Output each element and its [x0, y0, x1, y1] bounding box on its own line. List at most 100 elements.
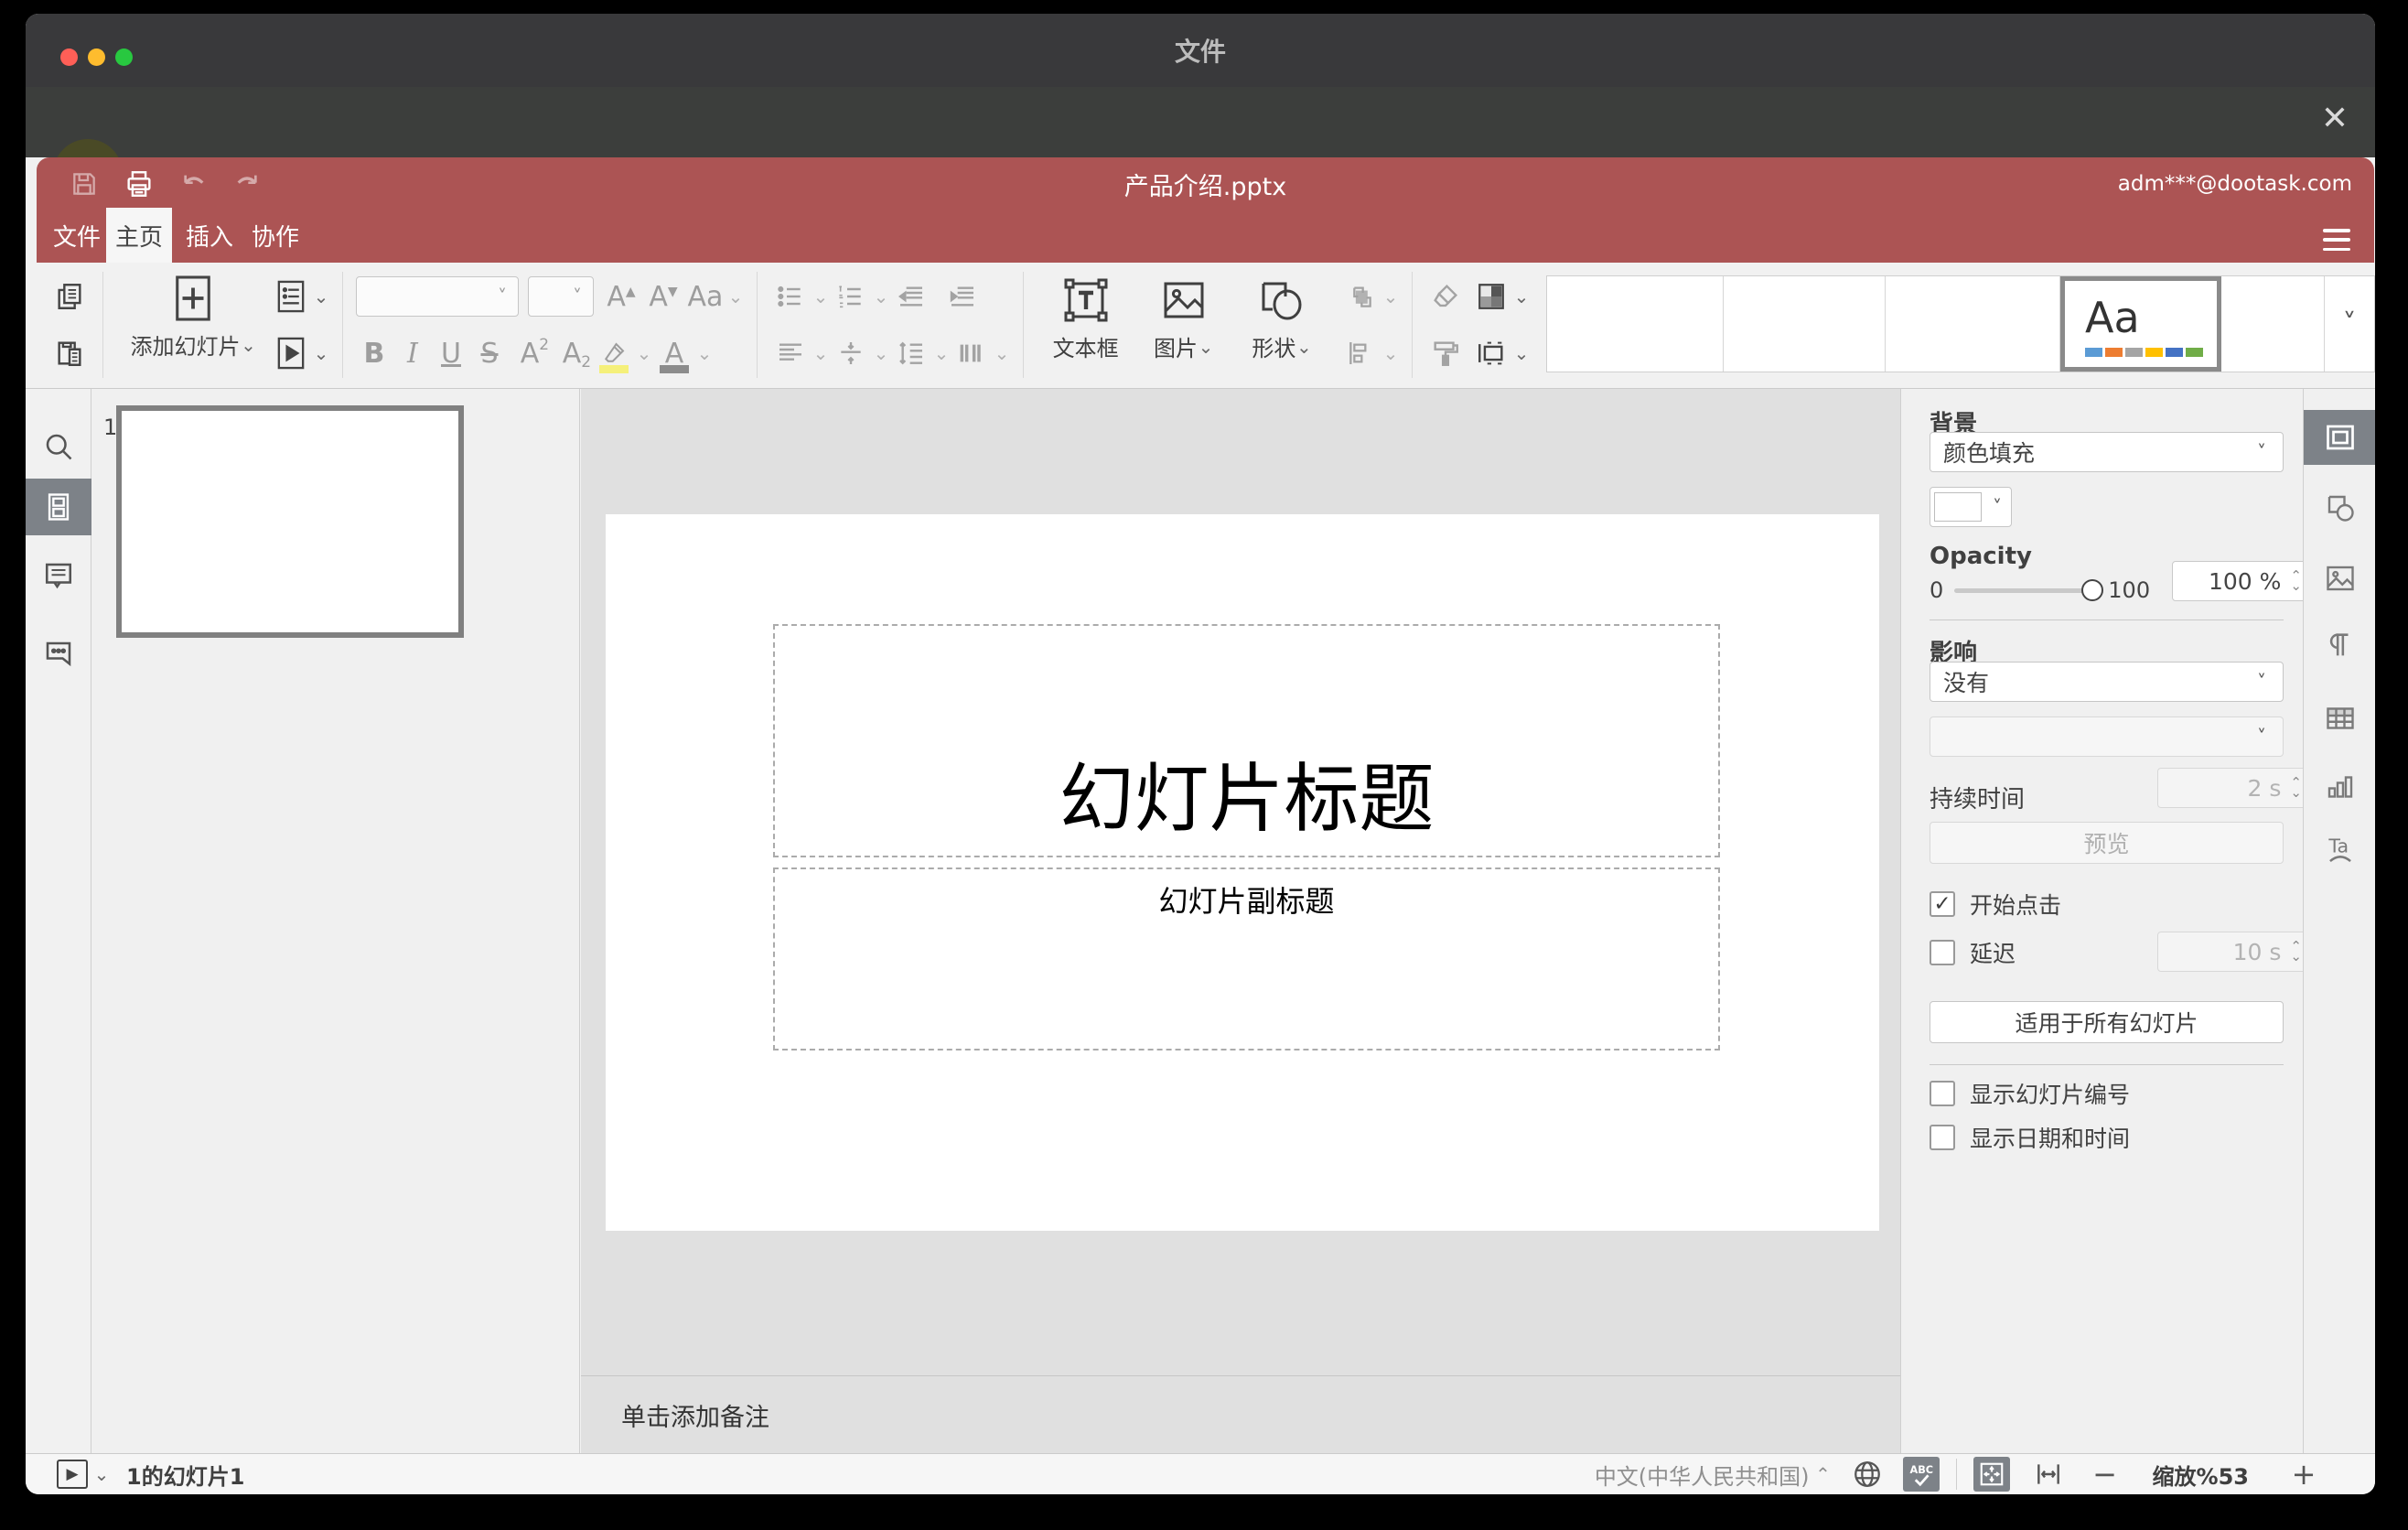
- paste-icon[interactable]: [49, 331, 90, 375]
- insert-shape-button[interactable]: 形状 ⌄: [1233, 272, 1331, 362]
- superscript-button[interactable]: A2: [510, 336, 550, 370]
- svg-text:Ta: Ta: [2327, 835, 2349, 857]
- editor-header: 产品介绍.pptx adm***@dootask.com 文件 主页 插入 协作: [37, 157, 2374, 263]
- slide-canvas[interactable]: 幻灯片标题 幻灯片副标题: [606, 514, 1879, 1231]
- spellcheck-icon[interactable]: ABC: [1902, 1457, 1940, 1492]
- add-slide-button[interactable]: 添加幻灯片 ⌄: [116, 272, 271, 361]
- opacity-spinner[interactable]: 100 % ⌃ ⌄: [2172, 561, 2312, 601]
- vertical-align-icon[interactable]: [831, 331, 871, 375]
- increase-indent-icon[interactable]: [942, 275, 983, 318]
- subtitle-placeholder[interactable]: 幻灯片副标题: [773, 867, 1720, 1051]
- shape-settings-icon[interactable]: [2304, 480, 2375, 535]
- opacity-slider[interactable]: [1954, 578, 2104, 601]
- theme-option[interactable]: [2221, 276, 2324, 372]
- color-scheme-icon[interactable]: [1471, 275, 1511, 318]
- set-language-globe-icon[interactable]: [1852, 1459, 1883, 1490]
- chart-settings-icon[interactable]: [2304, 760, 2375, 814]
- title-placeholder[interactable]: 幻灯片标题: [773, 624, 1720, 857]
- theme-option[interactable]: [1724, 276, 1886, 372]
- numbered-list-icon[interactable]: [831, 275, 871, 318]
- change-case-icon[interactable]: Aa: [685, 275, 726, 318]
- bullet-list-icon[interactable]: [770, 275, 811, 318]
- tab-home[interactable]: 主页: [106, 208, 172, 263]
- ribbon-tabs: 文件 主页 插入 协作: [48, 208, 305, 263]
- align-shape-icon[interactable]: [1340, 331, 1381, 375]
- subscript-button[interactable]: A2: [552, 338, 592, 372]
- strikeout-button[interactable]: S: [471, 338, 508, 370]
- image-settings-icon[interactable]: [2304, 551, 2375, 606]
- line-spacing-icon[interactable]: [891, 331, 931, 375]
- paragraph-settings-icon[interactable]: [2304, 618, 2375, 673]
- columns-icon[interactable]: [951, 331, 992, 375]
- slide-settings-icon[interactable]: [2304, 410, 2375, 465]
- preview-button[interactable]: 预览: [1930, 822, 2284, 864]
- fit-to-width-icon[interactable]: [2034, 1460, 2063, 1489]
- slide-subtitle-text: 幻灯片副标题: [1158, 884, 1335, 919]
- copy-icon[interactable]: [49, 275, 90, 318]
- show-slide-number-label: 显示幻灯片编号: [1970, 1082, 2131, 1108]
- clear-style-icon[interactable]: [1425, 275, 1466, 318]
- insert-image-button[interactable]: 图片 ⌄: [1134, 272, 1232, 362]
- start-slideshow-icon[interactable]: [271, 331, 311, 375]
- arrange-shape-icon[interactable]: [1340, 275, 1381, 318]
- zoom-out-icon[interactable]: −: [2089, 1457, 2122, 1492]
- slide-number: 1: [103, 415, 118, 440]
- theme-palette: [2085, 348, 2203, 357]
- theme-option[interactable]: [1886, 276, 2060, 372]
- delay-spinner[interactable]: 10 s ⌃ ⌄: [2157, 932, 2312, 972]
- document-title: 产品介绍.pptx: [1123, 173, 1287, 201]
- decrease-font-icon[interactable]: A▼: [643, 275, 683, 318]
- font-color-icon[interactable]: A: [654, 331, 694, 375]
- gallery-expand-icon[interactable]: ˅: [2324, 276, 2374, 372]
- show-slide-number-checkbox[interactable]: [1930, 1081, 1955, 1106]
- theme-option[interactable]: [1547, 276, 1724, 372]
- shape-label: 形状: [1252, 336, 1296, 361]
- increase-font-icon[interactable]: A▲: [601, 275, 641, 318]
- fill-color-select[interactable]: ˅: [1930, 487, 2012, 527]
- effect-type-select[interactable]: ˅: [1930, 717, 2284, 757]
- menu-icon[interactable]: [2323, 229, 2350, 251]
- underline-button[interactable]: U: [433, 338, 469, 370]
- tab-insert[interactable]: 插入: [180, 208, 239, 263]
- search-icon[interactable]: [26, 418, 91, 475]
- textart-settings-icon[interactable]: Ta: [2304, 824, 2375, 878]
- opacity-slider-handle[interactable]: [2081, 578, 2104, 601]
- chat-icon[interactable]: [26, 623, 91, 680]
- highlight-color-icon[interactable]: [594, 331, 634, 375]
- decrease-indent-icon[interactable]: [891, 275, 931, 318]
- slide-layout-icon[interactable]: [271, 275, 311, 318]
- bold-button[interactable]: B: [356, 338, 392, 370]
- close-icon[interactable]: ✕: [2318, 102, 2351, 135]
- fill-type-select[interactable]: 颜色填充 ˅: [1930, 432, 2284, 472]
- start-preview-icon[interactable]: ▶: [57, 1460, 88, 1489]
- language-selector[interactable]: 中文(中华人民共和国): [1595, 1459, 1810, 1491]
- show-date-checkbox[interactable]: [1930, 1125, 1955, 1150]
- tab-file[interactable]: 文件: [48, 208, 106, 263]
- effect-select[interactable]: 没有 ˅: [1930, 662, 2284, 702]
- font-size-combo[interactable]: ˅: [527, 276, 594, 317]
- table-settings-icon[interactable]: [2304, 691, 2375, 746]
- main-area: 1 幻灯片标题 幻灯片副标题 单击添加备注 背景 颜色填充 ˅ ˅ Opacit…: [26, 389, 2375, 1453]
- comments-icon[interactable]: [26, 547, 91, 604]
- add-slide-label: 添加幻灯片: [130, 334, 241, 360]
- tab-collaboration[interactable]: 协作: [246, 208, 305, 263]
- slide-thumbnail[interactable]: [116, 405, 464, 638]
- zoom-in-icon[interactable]: +: [2287, 1457, 2320, 1492]
- start-on-click-checkbox[interactable]: ✓: [1930, 891, 1955, 917]
- insert-textbox-button[interactable]: 文本框: [1037, 272, 1134, 362]
- delay-checkbox[interactable]: [1930, 940, 1955, 965]
- theme-option-selected[interactable]: Aa: [2060, 276, 2221, 372]
- notes-area[interactable]: 单击添加备注: [581, 1375, 1973, 1453]
- fit-to-slide-icon[interactable]: [1973, 1457, 2010, 1492]
- right-icon-strip: Ta: [2303, 389, 2375, 1453]
- italic-button[interactable]: I: [394, 338, 431, 370]
- horizontal-align-icon[interactable]: [770, 331, 811, 375]
- apply-to-all-button[interactable]: 适用于所有幻灯片: [1930, 1001, 2284, 1043]
- font-name-combo[interactable]: ˅: [355, 276, 519, 317]
- show-date-label: 显示日期和时间: [1970, 1126, 2131, 1152]
- slides-panel-icon[interactable]: [26, 479, 91, 535]
- slide-size-icon[interactable]: [1471, 331, 1511, 375]
- duration-spinner[interactable]: 2 s ⌃ ⌄: [2157, 768, 2312, 808]
- slide-info: 1的幻灯片1: [126, 1463, 245, 1490]
- copy-style-icon[interactable]: [1425, 331, 1466, 375]
